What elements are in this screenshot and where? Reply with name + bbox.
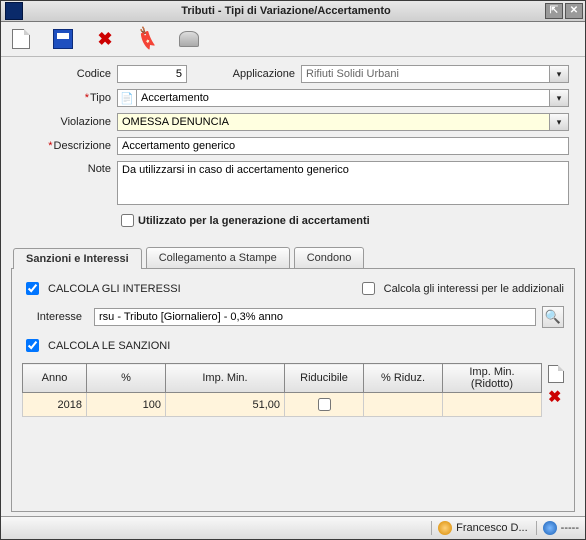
tipo-dropdown[interactable]: ▾ — [549, 89, 569, 107]
new-icon — [12, 29, 30, 49]
status-icon — [543, 521, 557, 535]
label-calc-addizionali: Calcola gli interessi per le addizionali — [384, 283, 564, 295]
label-calc-interessi: CALCOLA GLI INTERESSI — [48, 283, 181, 295]
descrizione-input[interactable] — [117, 137, 569, 155]
label-violazione: Violazione — [17, 116, 117, 128]
label-applicazione: Applicazione — [217, 68, 301, 80]
status-user-name: Francesco D... — [456, 522, 528, 534]
titlebar: Tributi - Tipi di Variazione/Accertament… — [1, 1, 585, 22]
status-user: Francesco D... — [431, 521, 528, 535]
delete-icon: ✖ — [97, 30, 112, 48]
tipo-icon: 📄 — [117, 89, 136, 107]
label-interesse: Interesse — [22, 311, 88, 323]
calc-sanzioni-checkbox[interactable] — [26, 339, 39, 352]
th-impminrid: Imp. Min. (Ridotto) — [443, 364, 542, 393]
th-percrid: % Riduz. — [364, 364, 443, 393]
label-tipo: Tipo — [17, 92, 117, 104]
extra-icon — [179, 31, 199, 47]
cell-percrid[interactable] — [364, 393, 443, 417]
sanzioni-table[interactable]: Anno % Imp. Min. Riducibile % Riduz. Imp… — [22, 363, 542, 417]
cell-impminrid[interactable] — [443, 393, 542, 417]
codice-input[interactable] — [117, 65, 187, 83]
label-calc-sanzioni: CALCOLA LE SANZIONI — [48, 340, 170, 352]
label-codice: Codice — [17, 68, 117, 80]
th-anno: Anno — [23, 364, 87, 393]
th-riducibile: Riducibile — [285, 364, 364, 393]
tab-stampe[interactable]: Collegamento a Stampe — [146, 247, 290, 268]
statusbar: Francesco D... ----- — [1, 516, 585, 539]
save-icon — [53, 29, 73, 49]
violazione-input[interactable] — [117, 113, 549, 131]
delete-button[interactable]: ✖ — [95, 29, 115, 49]
app-icon — [5, 2, 23, 20]
interesse-input[interactable] — [94, 308, 536, 326]
delete-icon: ✖ — [548, 389, 561, 406]
utilizzo-checkbox[interactable] — [121, 214, 134, 227]
interesse-search-button[interactable]: 🔍 — [542, 306, 564, 328]
label-note: Note — [17, 161, 117, 175]
restore-button[interactable]: ⇱ — [545, 3, 563, 19]
label-utilizzo: Utilizzato per la generazione di accerta… — [138, 215, 370, 227]
close-button[interactable]: ✕ — [565, 3, 583, 19]
applicazione-select — [301, 65, 549, 83]
label-descrizione: Descrizione — [17, 140, 117, 152]
tab-condono[interactable]: Condono — [294, 247, 365, 268]
save-button[interactable] — [53, 29, 73, 49]
applicazione-dropdown[interactable]: ▾ — [549, 65, 569, 83]
row-delete-button[interactable]: ✖ — [548, 389, 564, 407]
cell-perc[interactable]: 100 — [87, 393, 166, 417]
new-button[interactable] — [11, 29, 31, 49]
cell-riducibile[interactable] — [285, 393, 364, 417]
tab-sanzioni[interactable]: Sanzioni e Interessi — [13, 248, 142, 269]
window-title: Tributi - Tipi di Variazione/Accertament… — [27, 5, 545, 17]
status-other-text: ----- — [561, 522, 579, 534]
calc-interessi-checkbox[interactable] — [26, 282, 39, 295]
status-other: ----- — [536, 521, 579, 535]
cell-anno[interactable]: 2018 — [23, 393, 87, 417]
row-add-button[interactable] — [548, 365, 564, 383]
search-icon: 🔍 — [545, 309, 561, 325]
tab-body: CALCOLA GLI INTERESSI Calcola gli intere… — [11, 268, 575, 512]
tab-strip: Sanzioni e Interessi Collegamento a Stam… — [1, 244, 585, 268]
user-icon — [438, 521, 452, 535]
toolbar: ✖ 🔖 — [1, 22, 585, 57]
extra-button[interactable] — [179, 29, 199, 49]
riducibile-checkbox[interactable] — [318, 398, 331, 411]
attach-icon: 🔖 — [133, 25, 161, 52]
new-icon — [548, 365, 564, 383]
table-row[interactable]: 2018 100 51,00 — [23, 393, 542, 417]
tipo-input[interactable] — [136, 89, 549, 107]
violazione-dropdown[interactable]: ▾ — [549, 113, 569, 131]
note-textarea[interactable]: Da utilizzarsi in caso di accertamento g… — [117, 161, 569, 205]
calc-addizionali-checkbox[interactable] — [362, 282, 375, 295]
th-perc: % — [87, 364, 166, 393]
attach-button[interactable]: 🔖 — [137, 29, 157, 49]
th-impmin: Imp. Min. — [166, 364, 285, 393]
cell-impmin[interactable]: 51,00 — [166, 393, 285, 417]
